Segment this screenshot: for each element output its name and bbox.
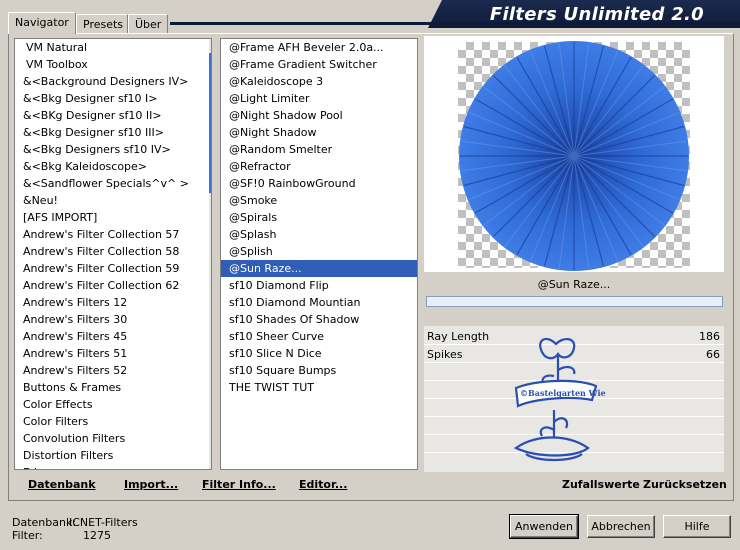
progress-bar bbox=[426, 296, 723, 307]
filter-item[interactable]: @Light Limiter bbox=[221, 90, 417, 107]
category-item[interactable]: Color Filters bbox=[15, 413, 211, 430]
category-item[interactable]: Andrew's Filter Collection 59 bbox=[15, 260, 211, 277]
category-item[interactable]: [AFS IMPORT] bbox=[15, 209, 211, 226]
category-item[interactable]: Color Effects bbox=[15, 396, 211, 413]
filter-item[interactable]: sf10 Diamond Mountian bbox=[221, 294, 417, 311]
filter-list[interactable]: @Frame AFH Beveler 2.0a... @Frame Gradien… bbox=[220, 38, 418, 470]
param-value: 186 bbox=[699, 330, 720, 343]
filter-item[interactable]: @Smoke bbox=[221, 192, 417, 209]
random-values-button[interactable]: Zufallswerte bbox=[562, 478, 640, 491]
filter-item[interactable]: @Splish bbox=[221, 243, 417, 260]
selected-filter-name: @Sun Raze... bbox=[537, 278, 611, 291]
category-item[interactable]: Andrew's Filter Collection 58 bbox=[15, 243, 211, 260]
tab-uber[interactable]: Über bbox=[128, 14, 168, 33]
category-item[interactable]: &<Bkg Designers sf10 IV> bbox=[15, 141, 211, 158]
category-item[interactable]: Buttons & Frames bbox=[15, 379, 211, 396]
param-label: Ray Length bbox=[427, 330, 490, 343]
category-item[interactable]: Andrew's Filters 52 bbox=[15, 362, 211, 379]
db-value: ICNET-Filters bbox=[69, 516, 138, 529]
preview-pane bbox=[424, 36, 724, 272]
filter-item[interactable]: sf10 Square Bumps bbox=[221, 362, 417, 379]
filter-item[interactable]: @Frame AFH Beveler 2.0a... bbox=[221, 39, 417, 56]
filter-item[interactable]: sf10 Shades Of Shadow bbox=[221, 311, 417, 328]
filter-item[interactable]: @SF!0 RainbowGround bbox=[221, 175, 417, 192]
filter-item[interactable]: THE TWIST TUT bbox=[221, 379, 417, 396]
param-value: 66 bbox=[706, 348, 720, 361]
category-item[interactable]: Andrew's Filters 45 bbox=[15, 328, 211, 345]
filter-item[interactable]: @Kaleidoscope 3 bbox=[221, 73, 417, 90]
category-item[interactable]: &<Sandflower Specials^v^ > bbox=[15, 175, 211, 192]
filter-item[interactable]: @Sun Raze... bbox=[221, 260, 417, 277]
category-item[interactable]: Andrew's Filter Collection 57 bbox=[15, 226, 211, 243]
tab-navigator[interactable]: Navigator bbox=[8, 12, 76, 34]
filter-count-value: 1275 bbox=[83, 529, 111, 542]
category-item[interactable]: VM Toolbox bbox=[15, 56, 211, 73]
import-button[interactable]: Import... bbox=[124, 478, 178, 496]
apply-button[interactable]: Anwenden bbox=[509, 514, 579, 539]
filter-count-label: Filter: bbox=[12, 529, 43, 542]
category-item[interactable]: Convolution Filters bbox=[15, 430, 211, 447]
category-item[interactable]: Andrew's Filter Collection 62 bbox=[15, 277, 211, 294]
category-item[interactable]: Ed... bbox=[15, 464, 211, 469]
category-item[interactable]: Andrew's Filters 12 bbox=[15, 294, 211, 311]
category-item[interactable]: &<Bkg Kaleidoscope> bbox=[15, 158, 211, 175]
db-label: Datenbank: bbox=[12, 516, 77, 529]
parameter-panel: Ray Length 186 Spikes 66 ©Bastelgarten W… bbox=[424, 326, 724, 472]
banner-underline bbox=[170, 22, 740, 25]
scrollbar-thumb[interactable] bbox=[209, 53, 211, 193]
filter-item[interactable]: @Splash bbox=[221, 226, 417, 243]
datenbank-button[interactable]: Datenbank bbox=[28, 478, 96, 496]
filter-item[interactable]: @Night Shadow Pool bbox=[221, 107, 417, 124]
filter-item[interactable]: sf10 Slice N Dice bbox=[221, 345, 417, 362]
category-item[interactable]: &<Bkg Designer sf10 III> bbox=[15, 124, 211, 141]
svg-text:©Bastelgarten Wien: ©Bastelgarten Wien bbox=[520, 388, 606, 398]
category-item[interactable]: VM Natural bbox=[15, 39, 211, 56]
category-item[interactable]: Andrew's Filters 30 bbox=[15, 311, 211, 328]
filter-item[interactable]: @Night Shadow bbox=[221, 124, 417, 141]
filter-item[interactable]: @Random Smelter bbox=[221, 141, 417, 158]
category-item[interactable]: &<BKg Designer sf10 II> bbox=[15, 107, 211, 124]
category-item[interactable]: Distortion Filters bbox=[15, 447, 211, 464]
cancel-button[interactable]: Abbrechen bbox=[587, 515, 655, 538]
category-scrollbar[interactable] bbox=[209, 39, 211, 469]
filter-item[interactable]: @Frame Gradient Switcher bbox=[221, 56, 417, 73]
param-label: Spikes bbox=[427, 348, 463, 361]
filter-item[interactable]: sf10 Diamond Flip bbox=[221, 277, 417, 294]
category-list[interactable]: VM Natural VM Toolbox &<Background Designe… bbox=[14, 38, 212, 470]
category-item[interactable]: &Neu! bbox=[15, 192, 211, 209]
filter-item[interactable]: @Spirals bbox=[221, 209, 417, 226]
database-info: Datenbank:ICNET-Filters Filter: 1275 bbox=[12, 516, 138, 542]
editor-button[interactable]: Editor... bbox=[299, 478, 347, 496]
watermark-flower-logo: ©Bastelgarten Wien bbox=[513, 337, 606, 462]
category-item[interactable]: Andrew's Filters 51 bbox=[15, 345, 211, 362]
filter-item[interactable]: @Refractor bbox=[221, 158, 417, 175]
filter-item[interactable]: sf10 Sheer Curve bbox=[221, 328, 417, 345]
category-item[interactable]: &<Bkg Designer sf10 I> bbox=[15, 90, 211, 107]
reset-button[interactable]: Zurücksetzen bbox=[643, 478, 727, 491]
help-button[interactable]: Hilfe bbox=[663, 515, 731, 538]
tab-presets[interactable]: Presets bbox=[76, 14, 128, 33]
sun-raze-preview-image bbox=[459, 41, 689, 271]
category-item[interactable]: &<Background Designers IV> bbox=[15, 73, 211, 90]
filter-info-button[interactable]: Filter Info... bbox=[202, 478, 276, 496]
